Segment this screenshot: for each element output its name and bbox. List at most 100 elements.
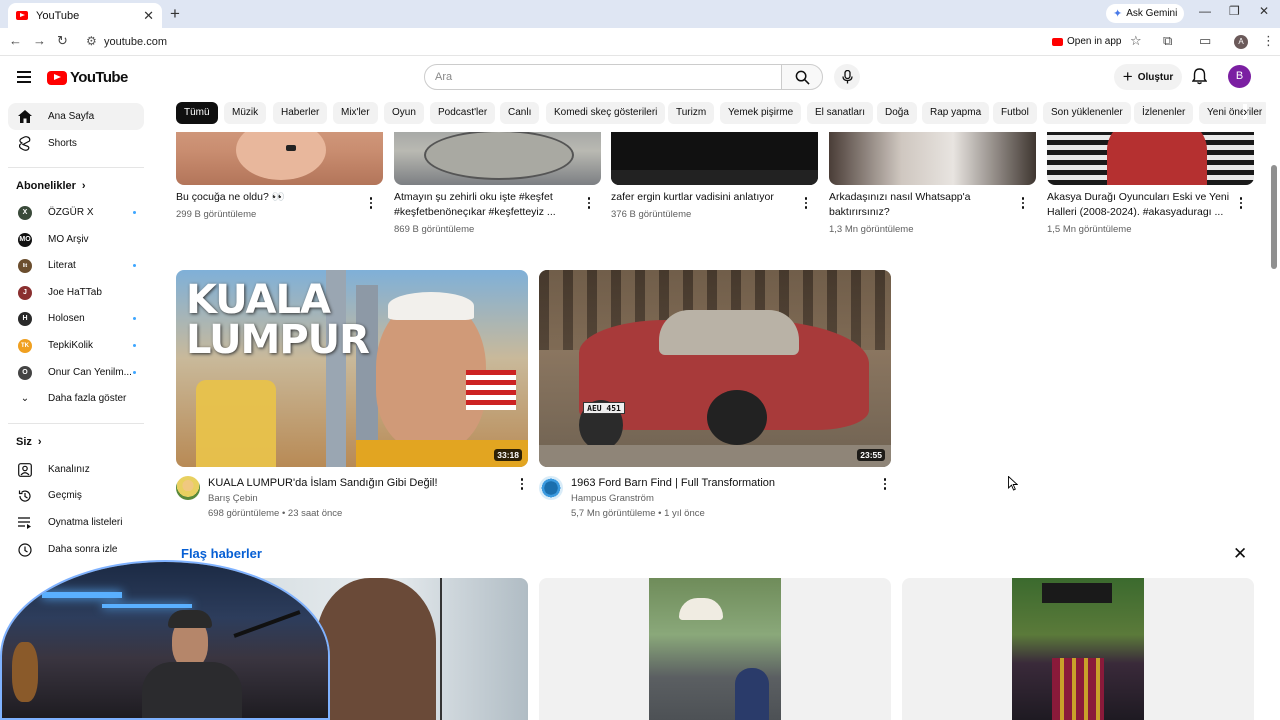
video-title[interactable]: Akasya Durağı Oyuncuları Eski ve Yeni Hal… <box>1047 190 1237 220</box>
chip-live[interactable]: Canlı <box>500 102 540 124</box>
channel-name[interactable]: Barış Çebin <box>208 493 258 504</box>
sidebar-item-label: Geçmiş <box>48 490 82 501</box>
more-options-icon[interactable] <box>880 478 890 490</box>
more-options-icon[interactable] <box>801 197 811 209</box>
sidebar-channel-item[interactable]: MO MO Arşiv <box>8 226 144 253</box>
video-title[interactable]: KUALA LUMPUR'da İslam Sandığın Gibi Deği… <box>208 476 438 491</box>
chip-tourism[interactable]: Turizm <box>668 102 715 124</box>
sidebar-divider <box>8 423 144 424</box>
restore-icon[interactable]: ❐ <box>1229 4 1240 18</box>
menu-icon[interactable] <box>17 71 31 83</box>
address-bar: ← → ↻ ⚙ youtube.com Open in app ☆ ⧉ ▭ A … <box>0 28 1280 56</box>
open-in-app-button[interactable]: Open in app <box>1052 36 1122 47</box>
channel-name: MO Arşiv <box>48 234 89 245</box>
video-thumbnail[interactable]: AEU 451 23:55 <box>539 270 891 467</box>
channel-name: ÖZGÜR X <box>48 207 94 218</box>
voice-search-button[interactable] <box>834 64 860 90</box>
sidebar-channel-item[interactable]: H Holosen <box>8 305 144 332</box>
reload-icon[interactable]: ↻ <box>57 33 68 49</box>
license-plate: AEU 451 <box>583 402 625 414</box>
create-button[interactable]: + Oluştur <box>1114 64 1182 90</box>
chip-mixes[interactable]: Mix'ler <box>333 102 378 124</box>
browser-tab[interactable]: YouTube ✕ <box>8 3 162 28</box>
video-title[interactable]: Atmayın şu zehirli oku işte #keşfet #keşf… <box>394 190 579 220</box>
sidebar-item-shorts[interactable]: Shorts <box>8 130 144 157</box>
channel-name[interactable]: Hampus Granström <box>571 493 654 504</box>
channel-name: TepkiKolik <box>48 340 94 351</box>
chip-watched[interactable]: İzlenenler <box>1134 102 1194 124</box>
search-input[interactable]: Ara <box>424 64 782 90</box>
ask-gemini-label: Ask Gemini <box>1126 8 1178 19</box>
sidebar-channel-item[interactable]: lit Literat <box>8 252 144 279</box>
more-options-icon[interactable] <box>1018 197 1028 209</box>
video-title[interactable]: 1963 Ford Barn Find | Full Transformatio… <box>571 476 775 491</box>
chip-news[interactable]: Haberler <box>273 102 328 124</box>
channel-avatar: TK <box>18 338 32 353</box>
dismiss-shelf-close-icon[interactable]: ✕ <box>1233 544 1247 564</box>
bookmark-star-icon[interactable]: ☆ <box>1130 33 1142 49</box>
media-control-icon[interactable]: ▭ <box>1199 33 1211 49</box>
video-thumbnail[interactable]: KUALA LUMPUR 33:18 <box>176 270 528 467</box>
sidebar-channel-item[interactable]: O Onur Can Yenilm... <box>8 359 144 386</box>
sidebar-channel-item[interactable]: X ÖZGÜR X <box>8 199 144 226</box>
video-title[interactable]: zafer ergin kurtlar vadisini anlatıyor <box>611 190 796 205</box>
close-window-icon[interactable]: ✕ <box>1259 4 1269 18</box>
microphone-icon <box>841 70 853 84</box>
chips-next-arrow-icon[interactable]: › <box>1243 104 1248 119</box>
more-options-icon[interactable] <box>584 197 594 209</box>
chip-cooking[interactable]: Yemek pişirme <box>720 102 802 124</box>
chip-recently-uploaded[interactable]: Son yüklenenler <box>1043 102 1131 124</box>
channel-name: Literat <box>48 260 76 271</box>
account-avatar[interactable]: B <box>1228 65 1251 88</box>
channel-avatar[interactable] <box>176 476 200 500</box>
sidebar-item-your-channel[interactable]: Kanalınız <box>8 456 144 483</box>
site-info-icon[interactable]: ⚙ <box>86 34 97 48</box>
sidebar-channel-item[interactable]: TK TepkiKolik <box>8 332 144 359</box>
chip-rap[interactable]: Rap yapma <box>922 102 990 124</box>
news-thumbnail[interactable] <box>902 578 1254 720</box>
search-button[interactable] <box>781 64 823 90</box>
chip-nature[interactable]: Doğa <box>877 102 917 124</box>
new-tab-icon[interactable]: + <box>170 4 180 24</box>
more-options-icon[interactable] <box>366 197 376 209</box>
chip-crafts[interactable]: El sanatları <box>807 102 874 124</box>
news-thumbnail[interactable] <box>539 578 891 720</box>
sidebar-item-watch-later[interactable]: Daha sonra izle <box>8 536 144 563</box>
chip-new-to-you[interactable]: Yeni öneriler <box>1199 102 1266 124</box>
browser-profile-avatar[interactable]: A <box>1234 35 1248 49</box>
chip-podcasts[interactable]: Podcast'ler <box>430 102 496 124</box>
video-title[interactable]: Arkadaşınızı nasıl Whatsapp'a baktırırsın… <box>829 190 1014 220</box>
extensions-icon[interactable]: ⧉ <box>1163 33 1172 49</box>
channel-name: Holosen <box>48 313 85 324</box>
subscriptions-heading[interactable]: Abonelikler › <box>16 180 86 192</box>
you-heading[interactable]: Siz › <box>16 436 42 448</box>
page-scrollbar[interactable] <box>1271 165 1277 269</box>
minimize-icon[interactable]: — <box>1199 4 1211 18</box>
youtube-logo[interactable]: YouTube <box>47 69 128 86</box>
video-title[interactable]: Bu çocuğa ne oldu? 👀 <box>176 190 356 205</box>
notifications-bell-icon[interactable] <box>1192 68 1207 85</box>
forward-icon[interactable]: → <box>33 33 46 48</box>
more-options-icon[interactable] <box>1236 197 1246 209</box>
url-field[interactable]: youtube.com <box>104 36 167 48</box>
youtube-favicon-icon <box>16 11 28 20</box>
channel-avatar: O <box>18 365 32 380</box>
sidebar-item-home[interactable]: Ana Sayfa <box>8 103 144 130</box>
sidebar-channel-item[interactable]: J Joe HaTTab <box>8 279 144 306</box>
sidebar-item-history[interactable]: Geçmiş <box>8 482 144 509</box>
show-more-button[interactable]: ⌄ Daha fazla göster <box>8 385 144 412</box>
back-icon[interactable]: ← <box>9 33 22 48</box>
youtube-header: YouTube Ara + Oluştur B <box>0 56 1280 100</box>
close-tab-icon[interactable]: ✕ <box>143 8 154 24</box>
chip-football[interactable]: Futbol <box>993 102 1037 124</box>
sidebar-item-playlists[interactable]: Oynatma listeleri <box>8 509 144 536</box>
ask-gemini-button[interactable]: ✦ Ask Gemini <box>1106 4 1185 23</box>
chip-all[interactable]: Tümü <box>176 102 218 124</box>
breaking-news-title: Flaş haberler <box>181 546 262 561</box>
chip-music[interactable]: Müzik <box>224 102 267 124</box>
chip-gaming[interactable]: Oyun <box>384 102 424 124</box>
more-options-icon[interactable] <box>517 478 527 490</box>
browser-menu-icon[interactable]: ⋮ <box>1262 33 1275 49</box>
channel-avatar[interactable] <box>539 476 563 500</box>
chip-comedy-sketches[interactable]: Komedi skeç gösterileri <box>546 102 666 124</box>
